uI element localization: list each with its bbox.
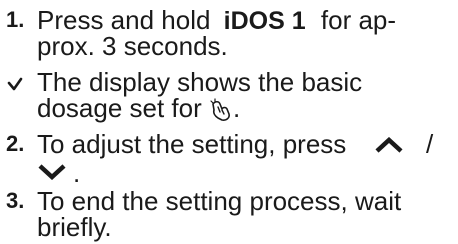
step-3-continuation: briefly. <box>37 212 112 242</box>
result-period: . <box>233 93 241 123</box>
arrow-up-icon <box>374 137 404 153</box>
step-2-period: . <box>73 158 81 188</box>
result-text-continuation: dosage set for <box>37 93 209 123</box>
arrow-down-icon <box>37 164 67 180</box>
step-2-separator: / <box>426 129 434 159</box>
step-1-continuation: prox. 3 seconds. <box>37 31 228 61</box>
step-2-line-1: 2. To adjust the setting, press / <box>0 129 458 159</box>
step-3-line-2: briefly. <box>0 212 458 242</box>
instruction-list: 1. Press and hold iDOS 1 for ap- prox. 3… <box>0 0 458 244</box>
step-2-text: To adjust the setting, press <box>37 129 347 159</box>
step-2-number: 2. <box>6 131 25 156</box>
result-line-2: dosage set for . <box>0 93 458 123</box>
step-1-line-2: prox. 3 seconds. <box>0 31 458 61</box>
step-2-line-2: . <box>0 158 458 188</box>
dosage-hand-icon <box>209 98 233 122</box>
